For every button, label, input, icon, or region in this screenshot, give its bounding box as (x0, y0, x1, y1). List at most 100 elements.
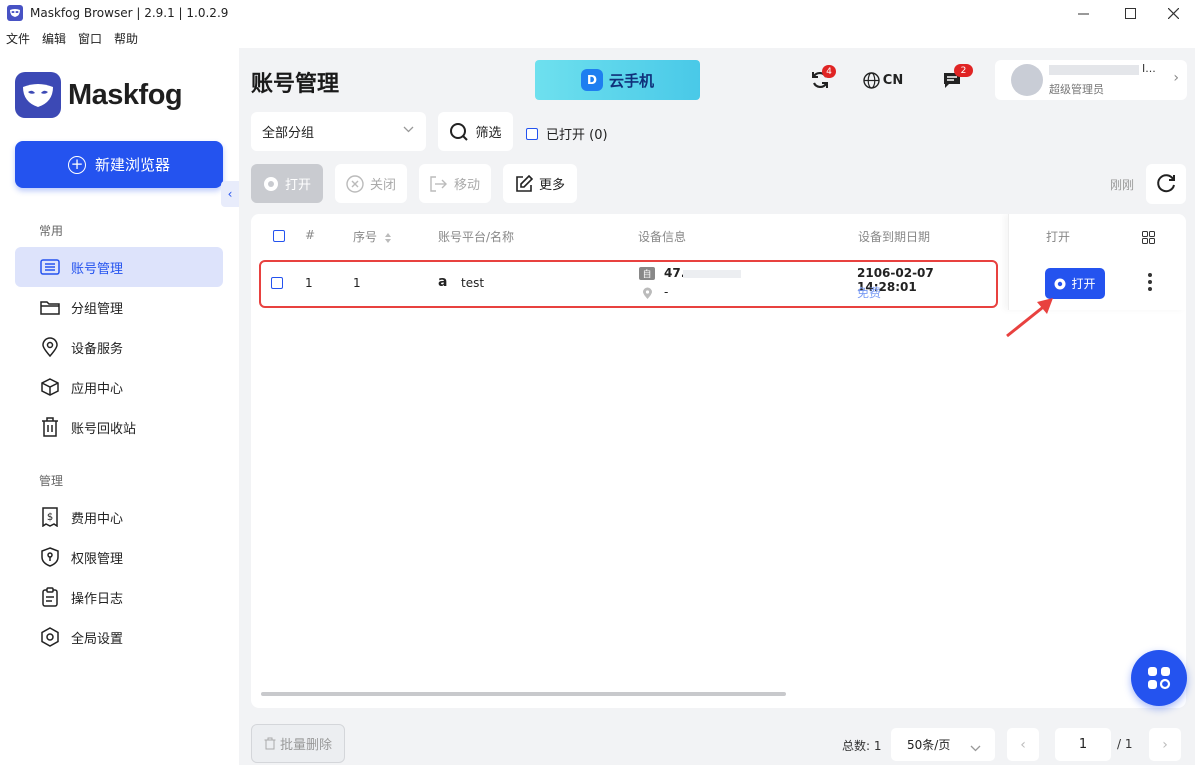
menu-bar: 文件 编辑 窗口 帮助 (0, 28, 144, 48)
chrome-icon (263, 176, 279, 192)
close-selected-button[interactable]: 关闭 (335, 164, 407, 203)
sidebar-item-label: 设备服务 (71, 341, 124, 357)
sidebar-item-recycle-bin[interactable]: 账号回收站 (15, 407, 223, 447)
accounts-table: # 序号 账号平台/名称 设备信息 设备到期日期 1 1 a test 自 47… (251, 214, 1186, 708)
sidebar-item-label: 费用中心 (71, 511, 124, 527)
row-more-menu-icon[interactable] (1147, 273, 1153, 291)
new-browser-label: 新建浏览器 (94, 156, 170, 174)
ip-tag-icon: 自 (639, 267, 655, 280)
sidebar-item-accounts[interactable]: 账号管理 (15, 247, 223, 287)
sidebar-item-label: 账号回收站 (71, 421, 137, 437)
filter-label: 筛选 (475, 126, 502, 141)
plus-circle-icon: + (67, 155, 86, 174)
move-button[interactable]: 移动 (419, 164, 491, 203)
search-icon (450, 122, 469, 141)
cube-icon (39, 376, 61, 398)
group-select[interactable]: 全部分组 (251, 112, 426, 151)
ip-redacted (683, 270, 741, 278)
page-input[interactable]: 1 (1055, 728, 1111, 761)
page-size-value: 50条/页 (907, 738, 951, 752)
maskfog-logo-icon (15, 72, 61, 118)
col-header-index: # (305, 228, 316, 242)
menu-window[interactable]: 窗口 (78, 30, 102, 47)
page-size-select[interactable]: 50条/页 (891, 728, 995, 761)
close-selected-label: 关闭 (369, 178, 396, 193)
next-page-button[interactable]: › (1149, 728, 1181, 761)
sidebar-item-settings[interactable]: 全局设置 (15, 617, 223, 657)
user-role: 超级管理员 (1049, 83, 1104, 96)
table-row[interactable]: 1 1 a test 自 47. - 2106-02-07 14:28:01 免… (259, 260, 998, 308)
close-window-button[interactable] (1150, 0, 1195, 26)
menu-edit[interactable]: 编辑 (42, 30, 66, 47)
minimize-button[interactable] (1060, 0, 1106, 26)
sidebar-item-label: 权限管理 (71, 551, 124, 567)
row-checkbox[interactable] (271, 277, 283, 289)
select-all-checkbox[interactable] (273, 230, 285, 242)
column-settings-icon[interactable] (1142, 229, 1155, 248)
globe-icon (863, 71, 880, 89)
messages-badge: 2 (954, 64, 973, 77)
col-header-device: 设备信息 (638, 230, 687, 244)
chevron-right-icon: › (1173, 70, 1179, 86)
more-label: 更多 (538, 178, 565, 193)
close-circle-icon (346, 174, 364, 193)
grid-icon (1148, 667, 1171, 690)
app-logo-icon (7, 5, 23, 21)
folder-icon (39, 296, 61, 318)
sync-badge: 4 (822, 65, 836, 78)
brand-name: Maskfog (68, 78, 183, 111)
trash-icon (264, 737, 276, 750)
prev-page-button[interactable]: ‹ (1007, 728, 1039, 761)
refresh-button[interactable] (1146, 164, 1186, 204)
filter-button[interactable]: 筛选 (438, 112, 513, 151)
edit-icon (515, 174, 533, 193)
maximize-button[interactable] (1107, 0, 1153, 26)
cloud-phone-banner[interactable]: D 云手机 (535, 60, 700, 100)
menu-help[interactable]: 帮助 (114, 30, 138, 47)
more-button[interactable]: 更多 (503, 164, 577, 203)
location-pin-icon (642, 285, 653, 304)
cloud-phone-icon: D (580, 69, 603, 91)
bill-icon: $ (39, 506, 61, 528)
title-bar: Maskfog Browser | 2.9.1 | 1.0.2.9 (0, 0, 1195, 26)
bulk-delete-button[interactable]: 批量删除 (251, 724, 345, 763)
sidebar-item-devices[interactable]: 设备服务 (15, 327, 223, 367)
new-browser-button[interactable]: + 新建浏览器 (15, 141, 223, 188)
open-selected-button[interactable]: 打开 (251, 164, 323, 203)
open-selected-label: 打开 (284, 178, 311, 193)
refresh-time: 刚刚 (1110, 178, 1135, 192)
sidebar-item-permissions[interactable]: 权限管理 (15, 537, 223, 577)
col-header-expiry: 设备到期日期 (858, 230, 931, 244)
row-plan: 免费 (857, 286, 882, 300)
chevron-down-icon (403, 123, 414, 136)
checkbox[interactable] (526, 127, 538, 140)
sidebar-item-label: 账号管理 (71, 261, 124, 277)
language-switch[interactable]: CN (861, 69, 905, 91)
opened-only-checkbox[interactable]: 已打开 (0) (526, 124, 608, 143)
chevron-left-icon: ‹ (227, 187, 233, 201)
brand: Maskfog (15, 72, 183, 118)
move-label: 移动 (453, 178, 480, 193)
messages-button[interactable]: 2 (939, 64, 973, 91)
total-count: 总数: 1 (842, 739, 882, 753)
window-title: Maskfog Browser | 2.9.1 | 1.0.2.9 (30, 6, 229, 20)
sync-button[interactable]: 4 (807, 65, 836, 91)
location-pin-icon (39, 336, 61, 358)
menu-file[interactable]: 文件 (6, 30, 30, 47)
sidebar-item-billing[interactable]: $ 费用中心 (15, 497, 223, 537)
chevron-left-icon: ‹ (1020, 736, 1026, 753)
col-header-seq[interactable]: 序号 (353, 228, 377, 245)
amazon-icon: a (438, 274, 448, 290)
total-pages: / 1 (1117, 737, 1133, 751)
sidebar-item-apps[interactable]: 应用中心 (15, 367, 223, 407)
sidebar-item-logs[interactable]: 操作日志 (15, 577, 223, 617)
settings-hex-icon (39, 626, 61, 648)
sort-icon[interactable] (384, 229, 392, 248)
horizontal-scrollbar[interactable] (261, 692, 786, 696)
collapse-sidebar-button[interactable]: ‹ (221, 181, 239, 207)
page-title: 账号管理 (251, 72, 340, 97)
bulk-delete-label: 批量删除 (279, 738, 332, 753)
sidebar-item-groups[interactable]: 分组管理 (15, 287, 223, 327)
user-card[interactable]: I... 超级管理员 › (995, 60, 1187, 100)
apps-fab-button[interactable] (1131, 650, 1187, 706)
